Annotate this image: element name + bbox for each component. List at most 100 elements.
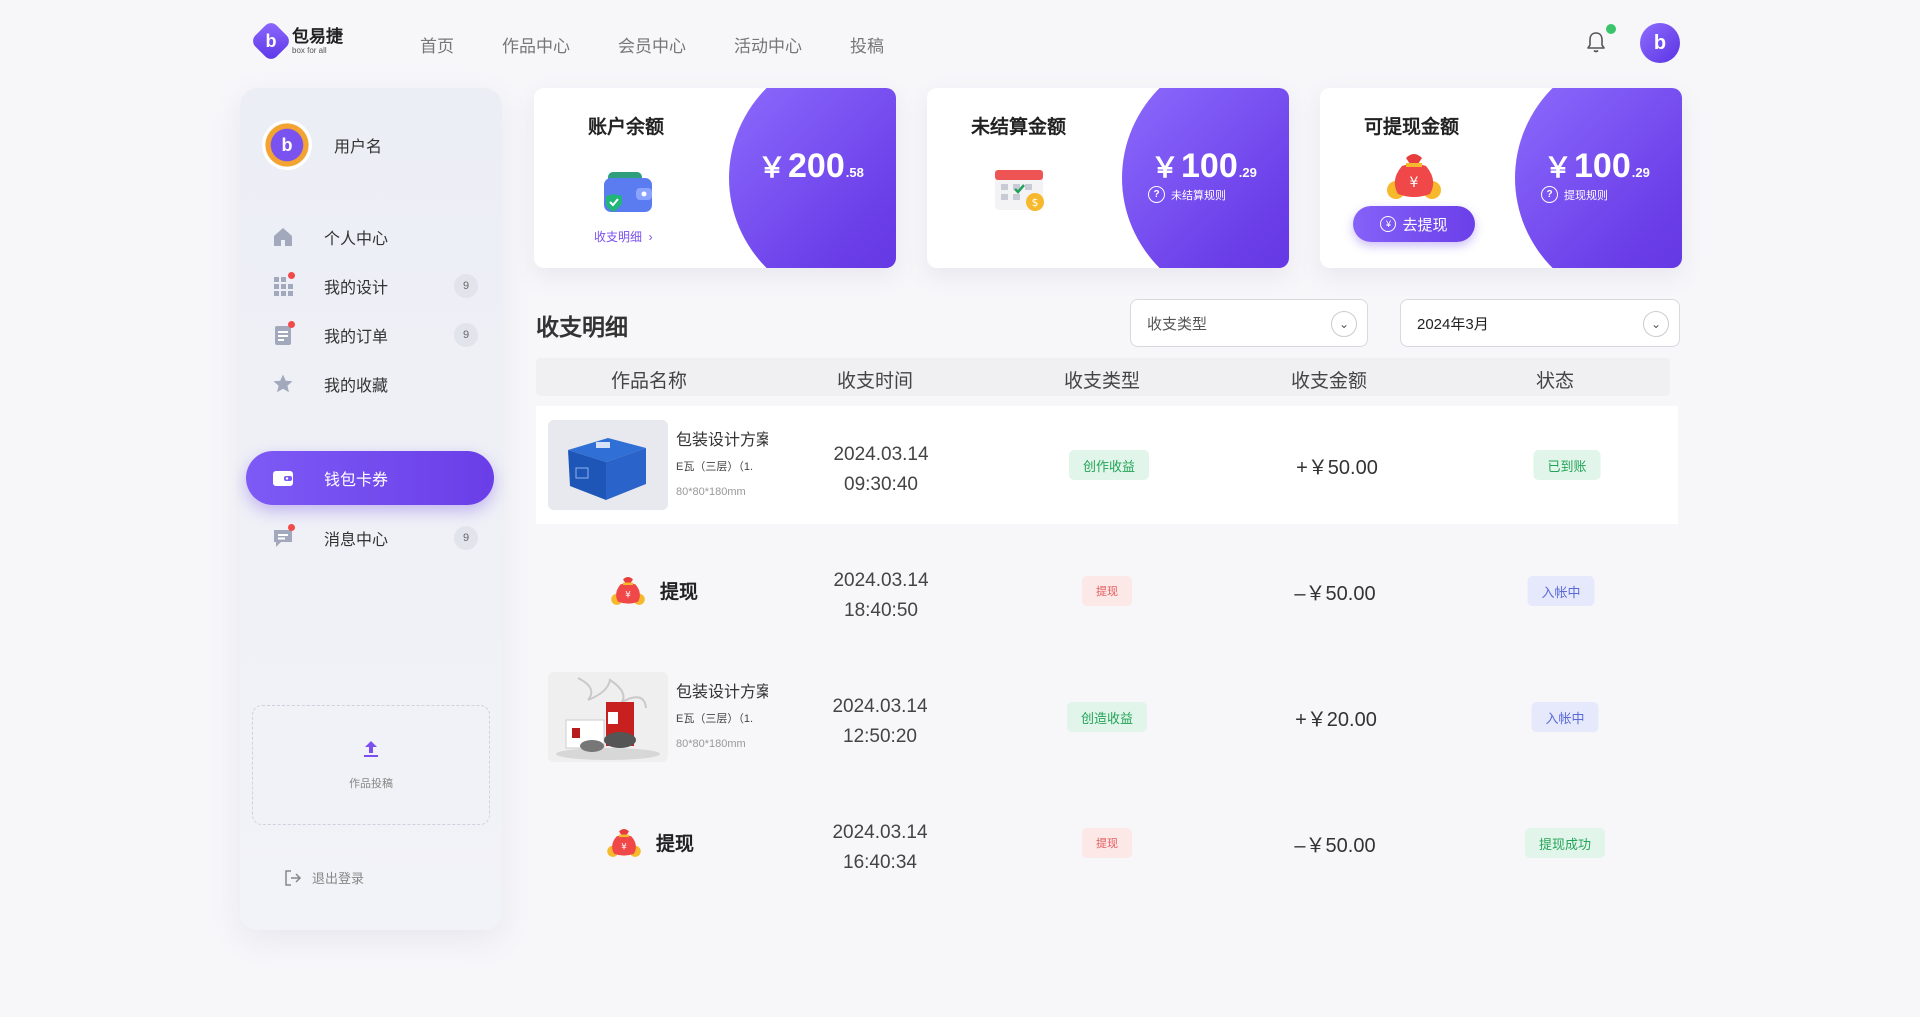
- logo-icon: b: [249, 19, 293, 63]
- svg-text:$: $: [1032, 196, 1039, 209]
- product-thumbnail: [548, 672, 668, 762]
- money-bag-icon: ¥: [1387, 154, 1441, 199]
- top-header: b 包易捷 box for all 首页 作品中心 会员中心 活动中心 投稿 b: [0, 0, 1920, 86]
- withdraw-item: ¥ 提现: [608, 572, 698, 608]
- product-thumbnail: [548, 420, 668, 510]
- unsettled-amount: ￥ 100.29: [1151, 147, 1257, 185]
- user-avatar[interactable]: b: [1640, 23, 1680, 63]
- sidebar: b 用户名 个人中心 我的设计 9 我的订单 9 我的收藏 钱包卡券 消息中心 …: [240, 88, 502, 930]
- transaction-time: 2024.03.14 09:30:40: [833, 444, 929, 495]
- section-title: 收支明细: [536, 314, 628, 340]
- type-tag: 创造收益: [1066, 702, 1148, 732]
- product-name: 包装设计方案: [676, 432, 768, 449]
- table-row[interactable]: 包装设计方案 E瓦（三层）（1. 80*80*180mm 2024.03.14 1…: [536, 658, 1678, 776]
- column-header: 作品名称: [610, 371, 688, 392]
- main-nav: 首页 作品中心 会员中心 活动中心 投稿: [420, 32, 884, 57]
- logout-icon: [285, 869, 302, 886]
- profile-avatar: b: [262, 120, 312, 170]
- type-select[interactable]: 收支类型 ⌄: [1130, 299, 1368, 347]
- transaction-time: 2024.03.14 18:40:50: [833, 570, 929, 621]
- home-icon: [272, 226, 294, 248]
- withdraw-item: ¥ 提现: [604, 824, 694, 860]
- wallet-icon: [604, 172, 652, 212]
- logo-title: 包易捷: [292, 26, 343, 46]
- card-title: 可提现金额: [1364, 117, 1460, 138]
- sidebar-item-wallet[interactable]: 钱包卡券: [246, 451, 494, 505]
- star-icon: [272, 373, 294, 395]
- unread-dot: [288, 524, 295, 531]
- bell-icon[interactable]: [1584, 30, 1608, 56]
- month-select[interactable]: 2024年3月 ⌄: [1400, 299, 1680, 347]
- status-badge: 入帐中: [1531, 702, 1599, 732]
- unread-dot: [288, 321, 295, 328]
- upload-icon: [364, 741, 378, 757]
- balance-amount: ￥ 200.58: [758, 147, 864, 185]
- question-icon: ?: [1541, 186, 1558, 203]
- column-header: 收支金额: [1290, 371, 1368, 392]
- status-badge: 入帐中: [1527, 576, 1595, 606]
- calendar-icon: $: [995, 170, 1044, 211]
- status-badge: 提现成功: [1524, 828, 1606, 858]
- sidebar-item-label: 我的订单: [324, 329, 389, 346]
- withdrawable-card: 可提现金额 ¥ ¥ 去提现 ￥ 100.29 ? 提现规则: [1320, 88, 1682, 268]
- sidebar-item-orders[interactable]: 我的订单 9: [246, 308, 494, 362]
- product-name: 包装设计方案: [676, 684, 768, 701]
- upload-work-box[interactable]: 作品投稿: [252, 705, 490, 825]
- type-tag: 创作收益: [1068, 450, 1150, 480]
- chevron-down-icon: ⌄: [1331, 311, 1357, 337]
- table-row[interactable]: ¥ 提现 2024.03.14 16:40:34 提现 –￥50.00 提现成功: [536, 784, 1678, 902]
- sidebar-item-profile[interactable]: 个人中心: [246, 210, 494, 264]
- withdraw-rule-link[interactable]: ? 提现规则: [1541, 186, 1608, 203]
- income-detail-link[interactable]: 收支明细 ›: [594, 228, 653, 245]
- profile-username: 用户名: [334, 139, 383, 156]
- sidebar-item-label: 我的收藏: [324, 378, 389, 395]
- amount-value: –￥50.00: [1294, 583, 1376, 605]
- nav-activity[interactable]: 活动中心: [734, 32, 802, 57]
- nav-submit[interactable]: 投稿: [850, 32, 884, 57]
- product-size: 80*80*180mm: [676, 486, 746, 498]
- sidebar-item-label: 我的设计: [324, 280, 389, 297]
- transaction-time: 2024.03.14 16:40:34: [832, 822, 928, 873]
- svg-text:¥: ¥: [625, 590, 631, 600]
- card-title: 未结算金额: [971, 117, 1067, 138]
- transaction-time: 2024.03.14 12:50:20: [832, 696, 928, 747]
- unsettled-rule-link[interactable]: ? 未结算规则: [1148, 186, 1226, 203]
- product-spec: E瓦（三层）（1.: [676, 713, 754, 725]
- money-bag-icon: ¥: [607, 828, 641, 857]
- chevron-down-icon: ⌄: [1643, 311, 1669, 337]
- unread-dot: [288, 272, 295, 279]
- logo[interactable]: b 包易捷 box for all: [249, 19, 343, 63]
- sidebar-item-label: 钱包卡券: [324, 472, 389, 489]
- sidebar-item-designs[interactable]: 我的设计 9: [246, 259, 494, 313]
- sidebar-item-label: 消息中心: [324, 532, 389, 549]
- count-badge: 9: [454, 323, 478, 347]
- product-spec: E瓦（三层）（1.: [676, 461, 754, 473]
- nav-works[interactable]: 作品中心: [502, 32, 570, 57]
- type-tag: 提现: [1082, 576, 1132, 606]
- logo-subtitle: box for all: [292, 45, 327, 55]
- product-size: 80*80*180mm: [676, 738, 746, 750]
- logout-label: 退出登录: [312, 871, 365, 886]
- withdraw-button[interactable]: ¥ 去提现: [1353, 206, 1475, 242]
- status-badge: 已到账: [1533, 450, 1601, 480]
- svg-text:¥: ¥: [1410, 175, 1419, 191]
- svg-text:¥: ¥: [621, 842, 627, 852]
- type-tag: 提现: [1082, 828, 1132, 858]
- column-header: 状态: [1535, 371, 1575, 392]
- balance-card: 账户余额 收支明细 › ￥ 200.58: [534, 88, 896, 268]
- table-row[interactable]: 包装设计方案 E瓦（三层）（1. 80*80*180mm 2024.03.14 0…: [536, 406, 1678, 524]
- wallet-icon: [272, 467, 294, 489]
- count-badge: 9: [454, 526, 478, 550]
- notification-dot: [1606, 24, 1616, 34]
- nav-member[interactable]: 会员中心: [618, 32, 686, 57]
- sidebar-item-favorites[interactable]: 我的收藏: [246, 357, 494, 411]
- amount-value: –￥50.00: [1294, 835, 1376, 857]
- amount-value: +￥20.00: [1295, 709, 1377, 731]
- nav-home[interactable]: 首页: [420, 32, 454, 57]
- unsettled-card: 未结算金额 $ ￥ 100.29 ? 未结算规则: [927, 88, 1289, 268]
- sidebar-item-messages[interactable]: 消息中心 9: [246, 511, 494, 565]
- profile[interactable]: b 用户名: [262, 120, 382, 170]
- logout-button[interactable]: 退出登录: [284, 868, 364, 887]
- amount-value: +￥50.00: [1296, 457, 1378, 479]
- table-row[interactable]: ¥ 提现 2024.03.14 18:40:50 提现 –￥50.00 入帐中: [536, 532, 1678, 650]
